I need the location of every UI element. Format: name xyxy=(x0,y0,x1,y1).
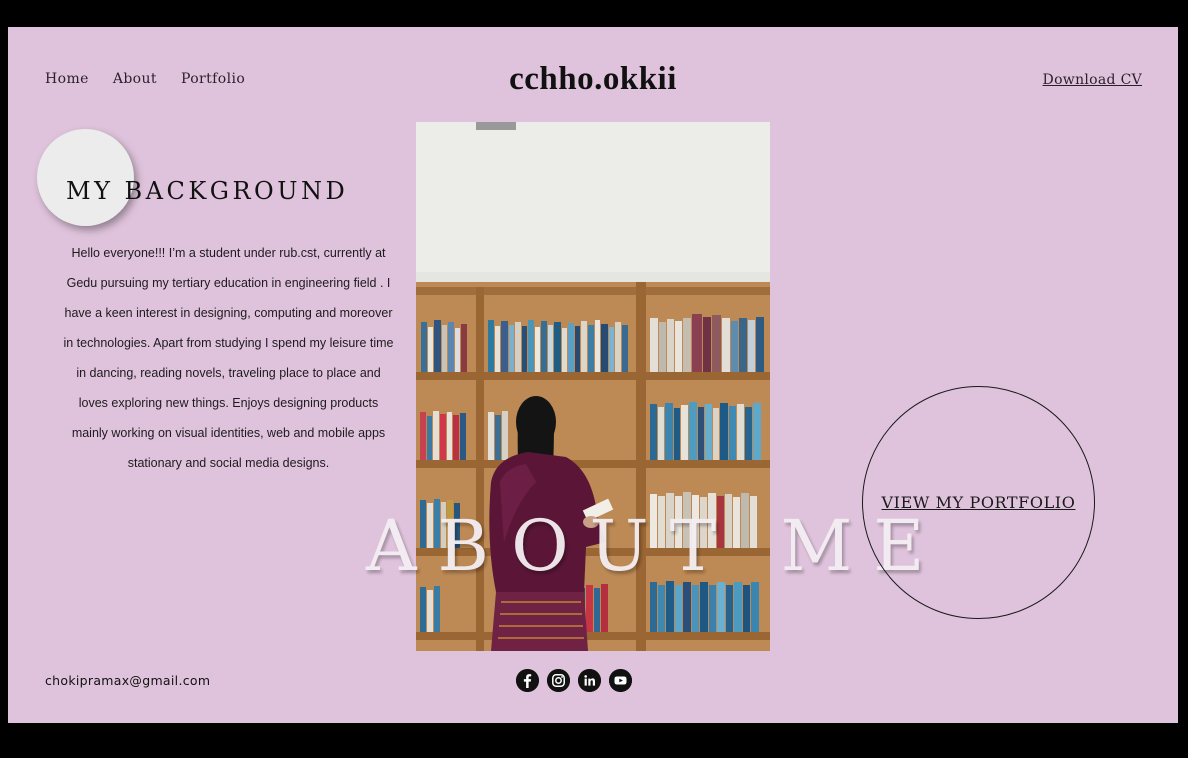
nav-home[interactable]: Home xyxy=(45,71,89,87)
page-frame: Home About Portfolio cchho.okkii Downloa… xyxy=(8,27,1178,723)
instagram-icon[interactable] xyxy=(547,669,570,692)
social-links xyxy=(516,669,632,692)
view-portfolio-label: VIEW MY PORTFOLIO xyxy=(881,493,1076,512)
linkedin-icon[interactable] xyxy=(578,669,601,692)
nav-portfolio[interactable]: Portfolio xyxy=(181,71,245,87)
download-cv-link[interactable]: Download CV xyxy=(1043,72,1142,88)
youtube-icon[interactable] xyxy=(609,669,632,692)
profile-photo xyxy=(416,122,770,651)
bio-text: Hello everyone!!! I’m a student under ru… xyxy=(63,246,394,470)
site-logo[interactable]: cchho.okkii xyxy=(448,61,738,98)
facebook-icon[interactable] xyxy=(516,669,539,692)
view-portfolio-button[interactable]: VIEW MY PORTFOLIO xyxy=(862,386,1095,619)
email-address[interactable]: chokipramax@gmail.com xyxy=(45,673,210,688)
main-nav: Home About Portfolio xyxy=(45,71,245,87)
nav-about[interactable]: About xyxy=(113,71,157,87)
background-heading: MY BACKGROUND xyxy=(66,177,349,205)
